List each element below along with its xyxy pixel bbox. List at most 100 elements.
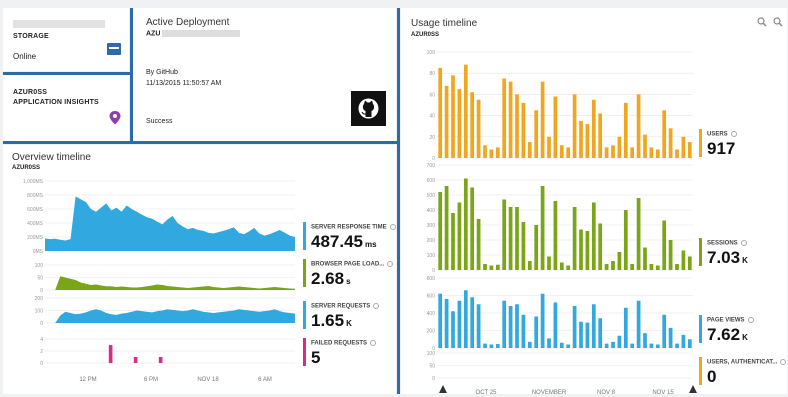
metric-value: 2.68 s [311,269,351,288]
overview-timeline-tile[interactable]: Overview timeline AZUR0SS 1,000MS 800MS 60… [3,145,396,394]
bar [489,265,494,270]
bar [655,149,660,158]
deployment-name: AZU [146,30,241,37]
bar [687,142,692,158]
storage-name [13,20,105,28]
metric-name: USERS [707,131,737,138]
y-tick-label: 100 [35,309,44,315]
metric-value: 7.03 K [707,248,748,267]
bar [559,262,564,270]
bar [630,343,635,348]
bar [547,256,551,270]
bar [527,341,532,348]
metric-name: SERVER RESPONSE TIME [311,224,396,231]
insights-tile[interactable]: AZUR0SS APPLICATION INSIGHTS [3,75,129,141]
separator [130,8,133,142]
bar [438,67,443,158]
bar [527,142,532,158]
usage-timeline-tile[interactable]: Usage timeline AZUR0SS 100 80 60 40 20 0 700 60… [401,8,787,394]
overview-chart: 1,000MS800MS600MS400MS200MS0MS1005002001… [23,179,295,383]
bar [108,345,113,363]
metric-card[interactable]: FAILED REQUESTS 5 [303,338,393,367]
bar [591,304,596,348]
bar [438,192,443,270]
bar [457,202,462,270]
metric-card[interactable]: USERS, AUTHENTICAT... 0 [699,357,788,386]
y-tick-label: 200 [35,296,44,302]
bar [585,124,590,158]
bar [662,220,667,270]
metric-card[interactable]: PAGE VIEWS 7.62 K [699,315,788,344]
bar [611,145,615,158]
y-tick-label: 400 [427,311,436,317]
y-tick-label: 800 [427,276,436,282]
info-icon[interactable] [747,317,754,323]
y-tick-label: 600 [427,178,436,184]
info-icon[interactable] [373,303,380,309]
bar [457,89,462,158]
y-tick-label: 1,000MS [23,179,44,185]
y-tick-label: 400MS [27,221,44,227]
y-tick-label: 0 [432,156,435,162]
x-tick-label: 6 AM [258,377,272,383]
bar [681,250,686,270]
y-tick-label: 100 [35,263,44,269]
info-icon[interactable] [780,359,787,365]
bar [649,264,654,270]
metric-value: 5 [311,348,321,367]
info-icon[interactable] [730,131,737,137]
bar [636,94,641,158]
bar [515,304,519,348]
metric-name: BROWSER PAGE LOAD... [311,261,394,268]
bar [668,240,673,270]
bar [630,147,635,158]
location-pin-icon [109,111,121,125]
info-icon[interactable] [389,224,396,230]
bar [604,343,609,348]
deployment-title: Active Deployment [146,17,230,28]
bar [675,264,679,270]
deployment-timestamp: 11/13/2015 11:50:57 AM [146,80,222,87]
bar [681,136,686,158]
bar [579,120,583,158]
info-icon[interactable] [370,340,377,346]
metric-card[interactable]: BROWSER PAGE LOAD... 2.68 s [303,259,394,288]
bar [457,300,462,348]
metric-name: SERVER REQUESTS [311,303,380,310]
series-area [45,309,295,323]
metric-card[interactable]: USERS 917 [699,129,788,158]
bar [566,147,571,158]
bar [553,201,558,270]
bar [470,187,475,270]
metric-card[interactable]: SERVER REQUESTS 1.65 K [303,301,393,330]
bar [604,147,609,158]
metric-unit: K [742,256,748,265]
bar [553,302,558,348]
bar [521,314,526,348]
bar [649,343,654,348]
metric-color-bar [699,315,702,343]
bar [502,199,507,270]
bar [643,247,647,270]
deployment-tile[interactable]: Active Deployment AZU By GitHub 11/13/20… [133,8,396,141]
overview-metrics: SERVER RESPONSE TIME 487.45 ms BROWSER PAGE… [303,145,396,394]
bar [451,311,455,348]
metric-unit: s [346,277,351,286]
bar [649,147,654,158]
github-icon[interactable] [351,91,386,126]
bar [444,299,449,348]
bar [572,94,577,158]
bar [158,357,163,363]
storage-tile[interactable]: STORAGE Online [3,8,129,71]
metric-card[interactable]: SERVER RESPONSE TIME 487.45 ms [303,222,396,251]
metric-card[interactable]: SESSIONS 7.03 K [699,238,788,267]
y-tick-label: 0 [40,321,43,327]
bar [643,333,647,348]
usage-metrics: USERS 917 SESSIONS 7.03 K PAGE VIEWS 7.62 K USER… [699,8,787,394]
info-icon[interactable] [740,240,747,246]
info-icon[interactable] [387,261,394,267]
bar [591,99,596,158]
bar [687,256,692,270]
bar [495,147,500,158]
bar [521,102,526,158]
